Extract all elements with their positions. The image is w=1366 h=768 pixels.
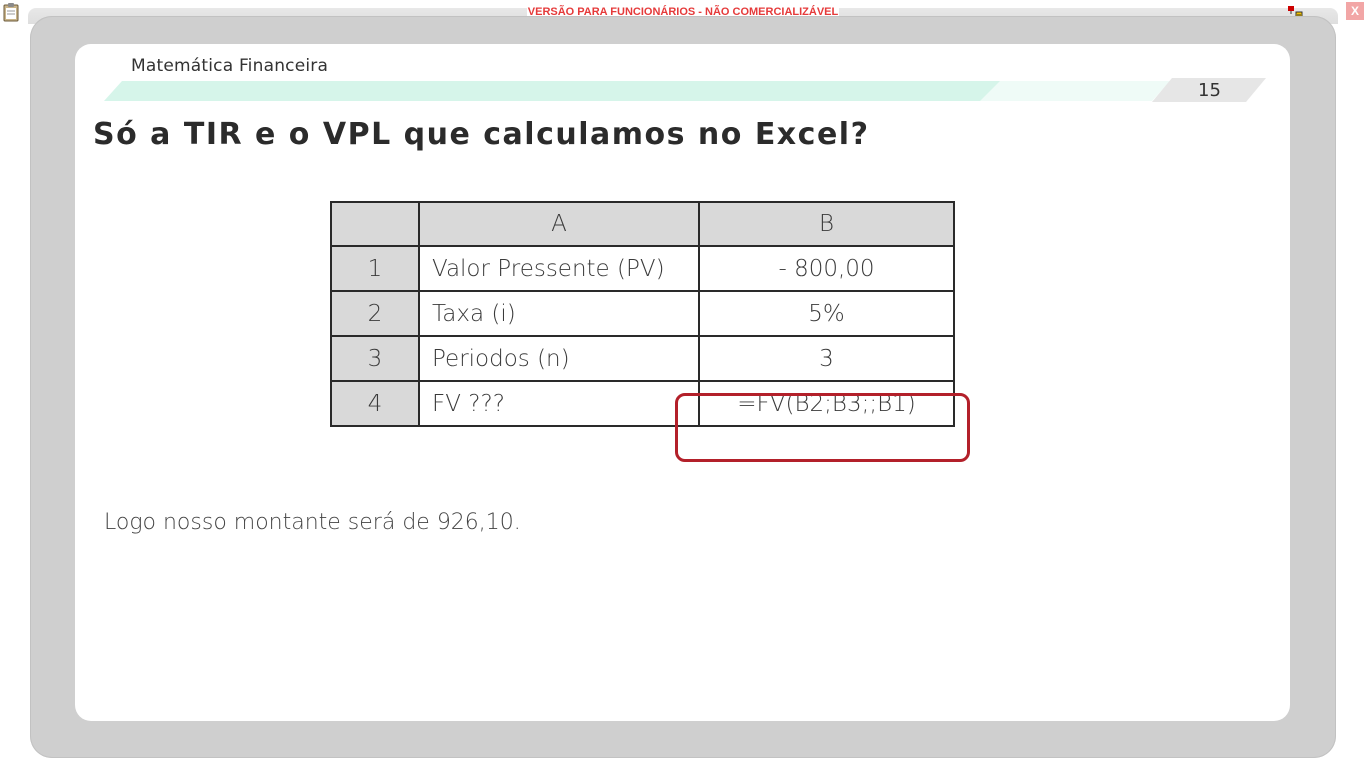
cell-b1: - 800,00: [698, 245, 955, 292]
column-header-b: B: [698, 201, 955, 247]
row-number: 1: [330, 245, 420, 292]
column-header-a: A: [418, 201, 700, 247]
cell-b2: 5%: [698, 290, 955, 337]
conclusion-text: Logo nosso montante será de 926,10.: [104, 510, 521, 535]
page-number: 15: [1198, 80, 1221, 101]
column-header-row: A B: [330, 201, 955, 247]
table-row: 3 Periodos (n) 3: [330, 335, 955, 382]
row-number: 4: [330, 380, 420, 427]
cell-a1: Valor Pressente (PV): [418, 245, 700, 292]
formula-highlight-box: [675, 393, 970, 462]
row-number: 2: [330, 290, 420, 337]
table-row: 1 Valor Pressente (PV) - 800,00: [330, 245, 955, 292]
header-accent-bar: [104, 78, 1266, 102]
cell-a3: Periodos (n): [418, 335, 700, 382]
row-number: 3: [330, 335, 420, 382]
cell-a2: Taxa (i): [418, 290, 700, 337]
table-row: 2 Taxa (i) 5%: [330, 290, 955, 337]
cell-b3: 3: [698, 335, 955, 382]
course-title: Matemática Financeira: [131, 56, 329, 76]
cell-a4: FV ???: [418, 380, 700, 427]
close-button[interactable]: X: [1346, 2, 1364, 20]
corner-cell: [330, 201, 420, 247]
slide-title: Só a TIR e o VPL que calculamos no Excel…: [93, 117, 870, 152]
